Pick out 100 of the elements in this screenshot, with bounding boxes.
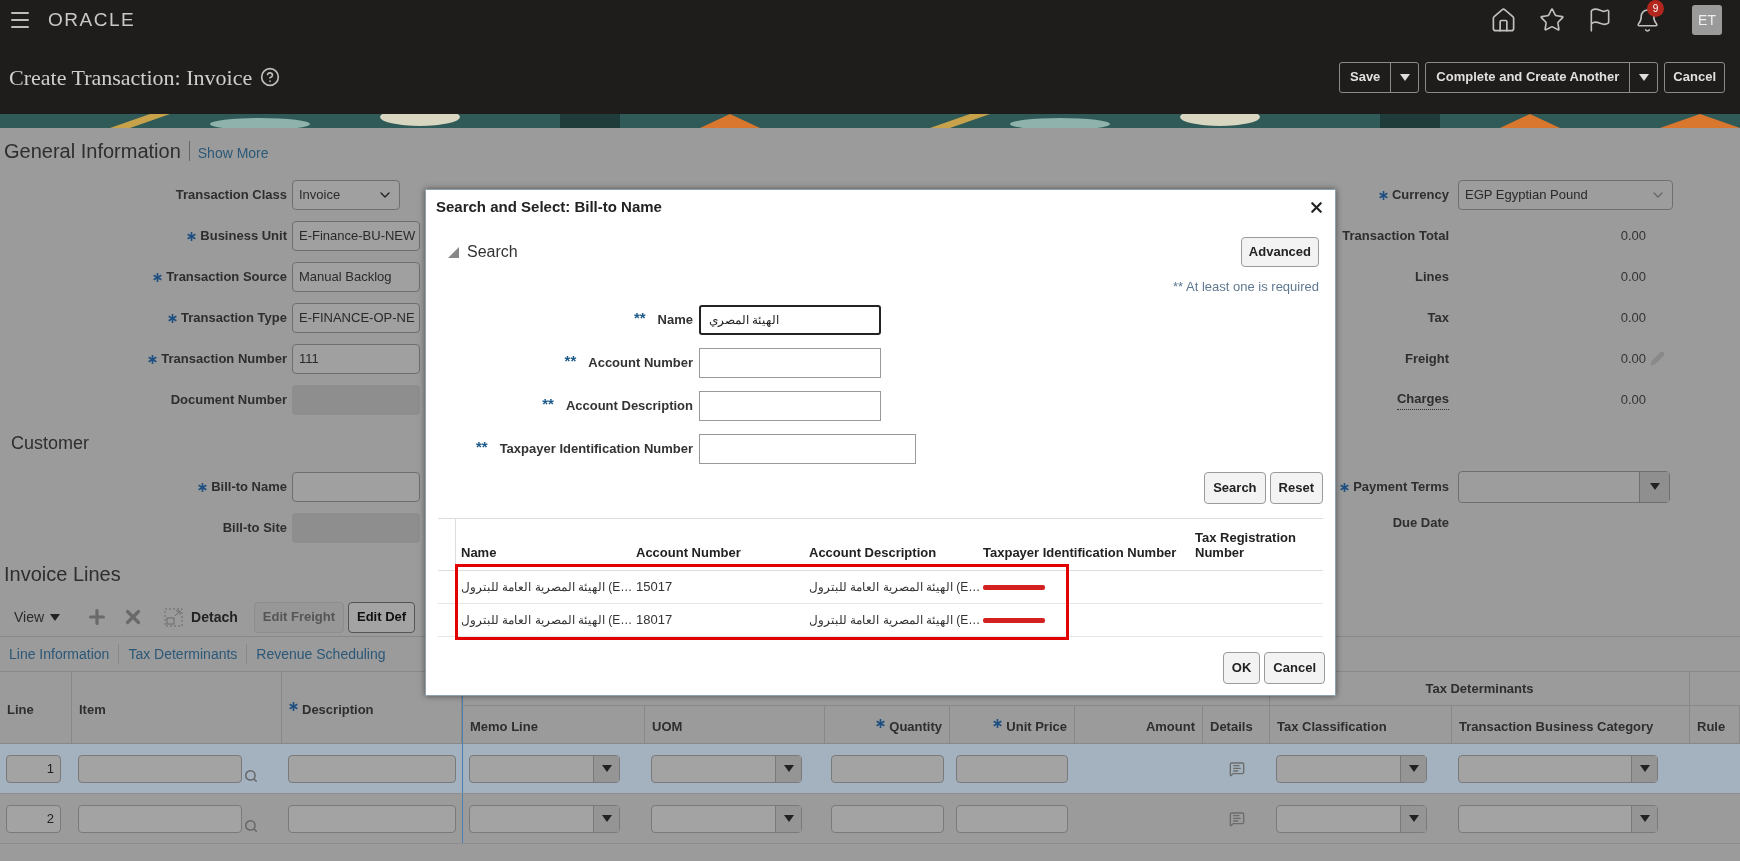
section-heading: General Information	[4, 139, 181, 164]
search-button[interactable]: Search	[1204, 472, 1266, 504]
amount-value: 0.00	[1619, 390, 1646, 409]
table-cell-text: الهيئة المصرية العامة للبترول (E…	[461, 579, 633, 596]
column-header: Rule	[1697, 717, 1726, 736]
details-icon[interactable]	[1228, 760, 1245, 777]
dropdown-field[interactable]	[1276, 804, 1427, 833]
dropdown-field[interactable]	[1276, 754, 1427, 783]
item-field[interactable]	[78, 804, 242, 833]
field-label: Due Date	[1392, 514, 1449, 533]
dropdown-field[interactable]	[1458, 470, 1670, 503]
amount-value: 0.00	[1619, 226, 1646, 245]
amount-value: 0.00	[1619, 267, 1646, 286]
caret-icon	[1639, 765, 1650, 772]
button-label[interactable]: Save	[1340, 67, 1391, 87]
field-label: Name	[657, 310, 693, 329]
dropdown-field[interactable]	[469, 754, 620, 783]
column-header: Details	[1210, 717, 1253, 736]
toolbar-button[interactable]: Edit Def	[348, 601, 416, 633]
star-icon[interactable]	[1539, 7, 1565, 33]
detach-button[interactable]: Detach	[191, 606, 238, 628]
column-header: Quantity	[889, 717, 942, 736]
caret-icon	[601, 815, 612, 822]
dropdown-field[interactable]	[1458, 754, 1658, 783]
dropdown-field[interactable]	[651, 804, 802, 833]
field-label: Transaction Source	[166, 267, 287, 286]
input-field[interactable]: الهيئة المصري	[699, 304, 881, 335]
split-button[interactable]: Save	[1339, 61, 1420, 93]
cancel-button[interactable]: Cancel	[1664, 61, 1725, 93]
column-header: Tax Classification	[1277, 717, 1387, 736]
text-field[interactable]	[292, 471, 420, 502]
caret-icon	[1638, 73, 1649, 81]
column-header: Amount	[1145, 717, 1195, 736]
table-row[interactable]: 1	[0, 744, 1740, 794]
text-field[interactable]: E-Finance-BU-NEW	[292, 220, 420, 251]
item-field[interactable]	[78, 754, 242, 783]
column-header: Name	[461, 545, 497, 560]
column-header: Memo Line	[470, 717, 538, 736]
caret-icon	[1639, 815, 1650, 822]
field-label: Account Number	[588, 353, 693, 372]
text-field[interactable]: Manual Backlog	[292, 261, 420, 292]
input-field[interactable]	[699, 390, 881, 421]
line-number-field[interactable]: 2	[6, 804, 61, 833]
advanced-button[interactable]: Advanced	[1240, 237, 1319, 267]
text-field[interactable]: E-FINANCE-OP-NE	[292, 302, 420, 333]
dropdown-field[interactable]: Invoice	[292, 179, 400, 210]
ok-button[interactable]: OK	[1222, 652, 1261, 684]
section-heading: Customer	[11, 431, 90, 455]
page-title: Create Transaction: Invoice	[9, 63, 253, 92]
table-cell-text: الهيئة المصرية العامة للبترول (E…	[809, 579, 981, 596]
search-icon[interactable]	[244, 818, 258, 833]
line-number-field[interactable]: 1	[6, 754, 61, 783]
field-label: Bill-to Site	[222, 518, 287, 537]
input-field[interactable]	[288, 754, 456, 783]
field-label: Account Description	[565, 396, 693, 415]
input-field[interactable]	[699, 433, 916, 464]
input-field[interactable]	[699, 347, 881, 378]
input-field[interactable]	[288, 804, 456, 833]
column-header: Tax Registration Number	[1195, 530, 1297, 560]
dialog-title: Search and Select: Bill-to Name	[436, 196, 662, 217]
button-label[interactable]: Complete and Create Another	[1426, 67, 1630, 87]
detach-icon[interactable]	[164, 607, 184, 627]
home-icon[interactable]	[1490, 6, 1517, 34]
dropdown-field[interactable]	[651, 754, 802, 783]
input-field[interactable]	[956, 804, 1068, 833]
field-label: Payment Terms	[1353, 477, 1449, 496]
caret-icon	[783, 765, 794, 772]
section-title: Search	[467, 242, 518, 262]
field-label: Freight	[1404, 349, 1449, 368]
column-header: Description	[302, 700, 374, 719]
dropdown-field[interactable]: EGP Egyptian Pound	[1458, 179, 1673, 210]
collapse-triangle-icon[interactable]	[448, 246, 459, 258]
search-icon[interactable]	[244, 768, 258, 783]
caret-icon	[783, 815, 794, 822]
input-field[interactable]	[831, 754, 944, 783]
table-cell-text: 15017	[636, 578, 673, 597]
logo[interactable]: ORACLE	[48, 5, 136, 35]
caret-icon	[1399, 73, 1410, 81]
dropdown-field[interactable]	[469, 804, 620, 833]
required-note: ** At least one is required	[1173, 278, 1319, 296]
reset-button[interactable]: Reset	[1269, 472, 1323, 504]
details-icon[interactable]	[1228, 810, 1245, 827]
input-field[interactable]	[831, 804, 944, 833]
view-menu[interactable]: View	[10, 606, 65, 628]
field-label[interactable]: Charges	[1396, 389, 1449, 410]
text-field[interactable]: 111	[292, 343, 420, 374]
field-label: Transaction Total	[1342, 226, 1449, 245]
dropdown-field[interactable]	[1458, 804, 1658, 833]
split-button[interactable]: Complete and Create Another	[1425, 61, 1659, 93]
column-header: Account Description	[809, 545, 937, 560]
help-icon[interactable]	[260, 67, 281, 87]
field-label: Transaction Number	[161, 349, 287, 368]
caret-icon	[1408, 815, 1419, 822]
field-label: Lines	[1415, 267, 1449, 286]
field-label: Transaction Type	[181, 308, 287, 327]
cancel-button[interactable]: Cancel	[1264, 652, 1325, 684]
input-field[interactable]	[956, 754, 1068, 783]
required-marker: **	[542, 393, 554, 414]
table-row[interactable]: 2	[0, 794, 1740, 844]
caret-icon	[1408, 765, 1419, 772]
